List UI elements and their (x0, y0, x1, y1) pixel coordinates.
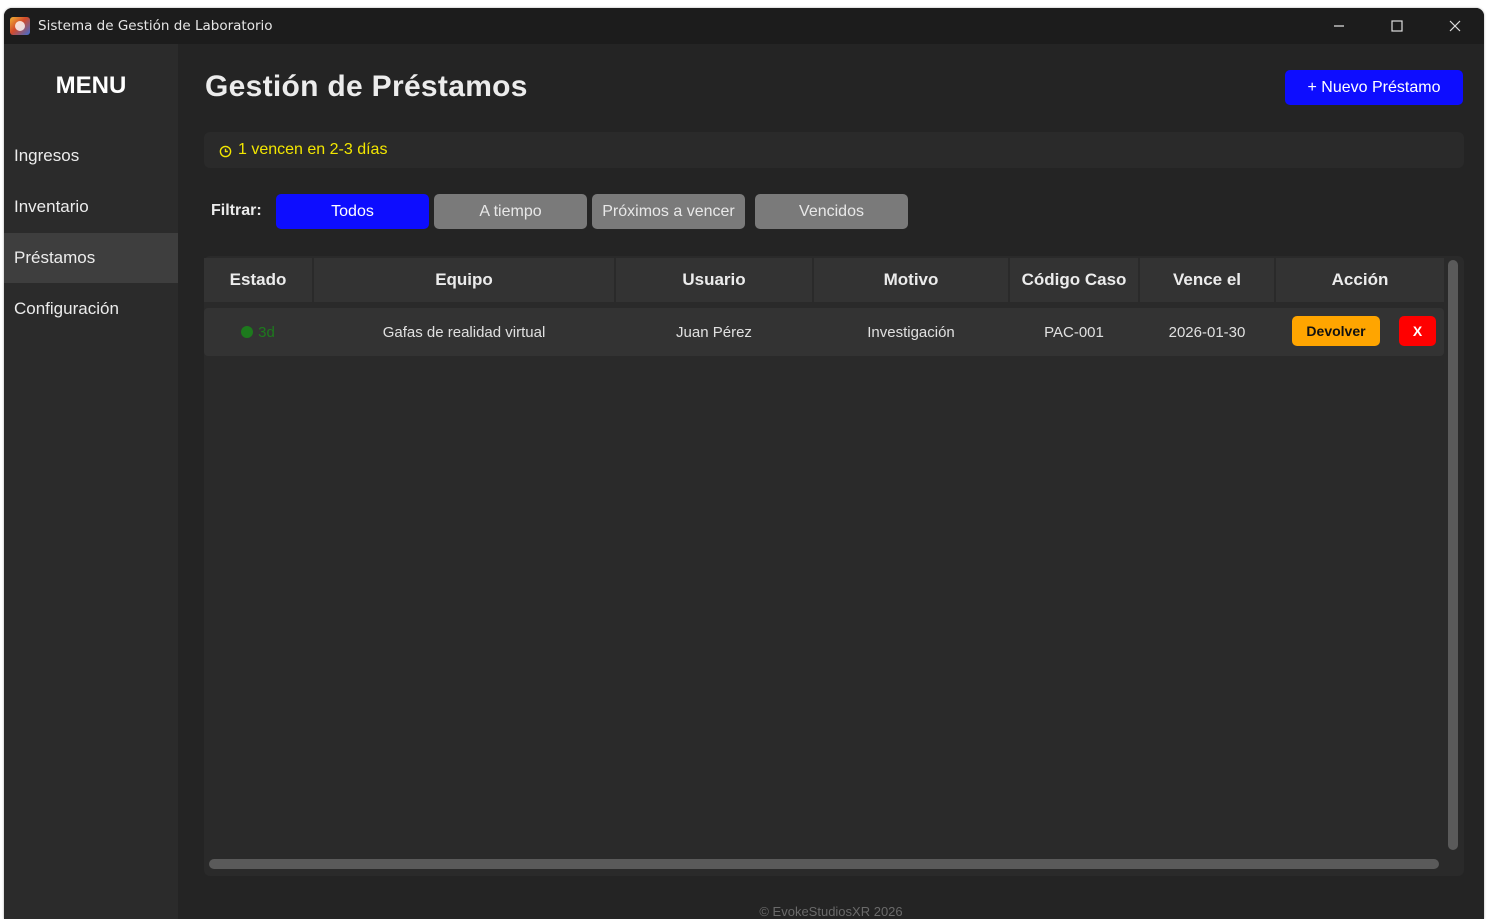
user-cell: Juan Pérez (676, 323, 752, 341)
status-days: 3d (258, 323, 275, 341)
window-controls (1310, 8, 1484, 44)
window-title: Sistema de Gestión de Laboratorio (38, 18, 273, 34)
footer-copyright: © EvokeStudiosXR 2026 (759, 904, 903, 919)
horizontal-scrollbar[interactable] (209, 859, 1439, 869)
alert-text: 1 vencen en 2-3 días (238, 141, 388, 158)
page-title: Gestión de Préstamos (205, 70, 528, 103)
close-button[interactable] (1426, 8, 1484, 44)
loans-table: Estado Equipo Usuario Motivo Código Caso… (204, 256, 1464, 876)
filter-label: Filtrar: (211, 202, 262, 219)
filter-proximos-button[interactable]: Próximos a vencer (592, 194, 745, 229)
status-cell: 3d (204, 308, 312, 356)
maximize-icon (1391, 20, 1403, 32)
reason-cell: Investigación (867, 323, 955, 341)
column-header-motivo: Motivo (814, 258, 1008, 302)
column-header-accion: Acción (1276, 258, 1444, 302)
due-alert-banner: 1 vencen en 2-3 días (204, 132, 1464, 168)
column-header-usuario: Usuario (616, 258, 812, 302)
filter-a-tiempo-button[interactable]: A tiempo (434, 194, 587, 229)
delete-button[interactable]: X (1399, 316, 1436, 346)
minimize-icon (1334, 25, 1344, 27)
sidebar: MENU Ingresos Inventario Préstamos Confi… (4, 44, 178, 919)
clock-icon (219, 145, 232, 157)
app-logo-icon (10, 17, 30, 35)
column-header-vence: Vence el (1140, 258, 1274, 302)
maximize-button[interactable] (1368, 8, 1426, 44)
title-bar: Sistema de Gestión de Laboratorio (4, 8, 1484, 44)
return-button[interactable]: Devolver (1292, 316, 1380, 346)
sidebar-item-ingresos[interactable]: Ingresos (4, 131, 178, 181)
sidebar-item-inventario[interactable]: Inventario (4, 182, 178, 232)
sidebar-item-label: Inventario (14, 197, 89, 216)
close-icon (1449, 20, 1461, 32)
status-dot-icon (241, 326, 254, 338)
minimize-button[interactable] (1310, 8, 1368, 44)
sidebar-item-label: Préstamos (14, 248, 96, 267)
app-window: Sistema de Gestión de Laboratorio MENU I… (4, 8, 1484, 919)
sidebar-item-label: Ingresos (14, 146, 80, 165)
column-header-equipo: Equipo (314, 258, 614, 302)
sidebar-item-prestamos[interactable]: Préstamos (4, 233, 178, 283)
vertical-scrollbar[interactable] (1448, 260, 1458, 850)
equipment-cell: Gafas de realidad virtual (382, 323, 546, 341)
filter-todos-button[interactable]: Todos (276, 194, 429, 229)
sidebar-item-label: Configuración (14, 299, 119, 318)
case-code-cell: PAC-001 (1044, 323, 1104, 341)
column-header-estado: Estado (204, 258, 312, 302)
menu-title: MENU (55, 72, 127, 99)
column-header-codigo: Código Caso (1010, 258, 1138, 302)
filter-vencidos-button[interactable]: Vencidos (755, 194, 908, 229)
new-loan-button[interactable]: + Nuevo Préstamo (1285, 70, 1463, 105)
due-date-cell: 2026-01-30 (1168, 323, 1246, 341)
sidebar-item-configuracion[interactable]: Configuración (4, 284, 178, 334)
